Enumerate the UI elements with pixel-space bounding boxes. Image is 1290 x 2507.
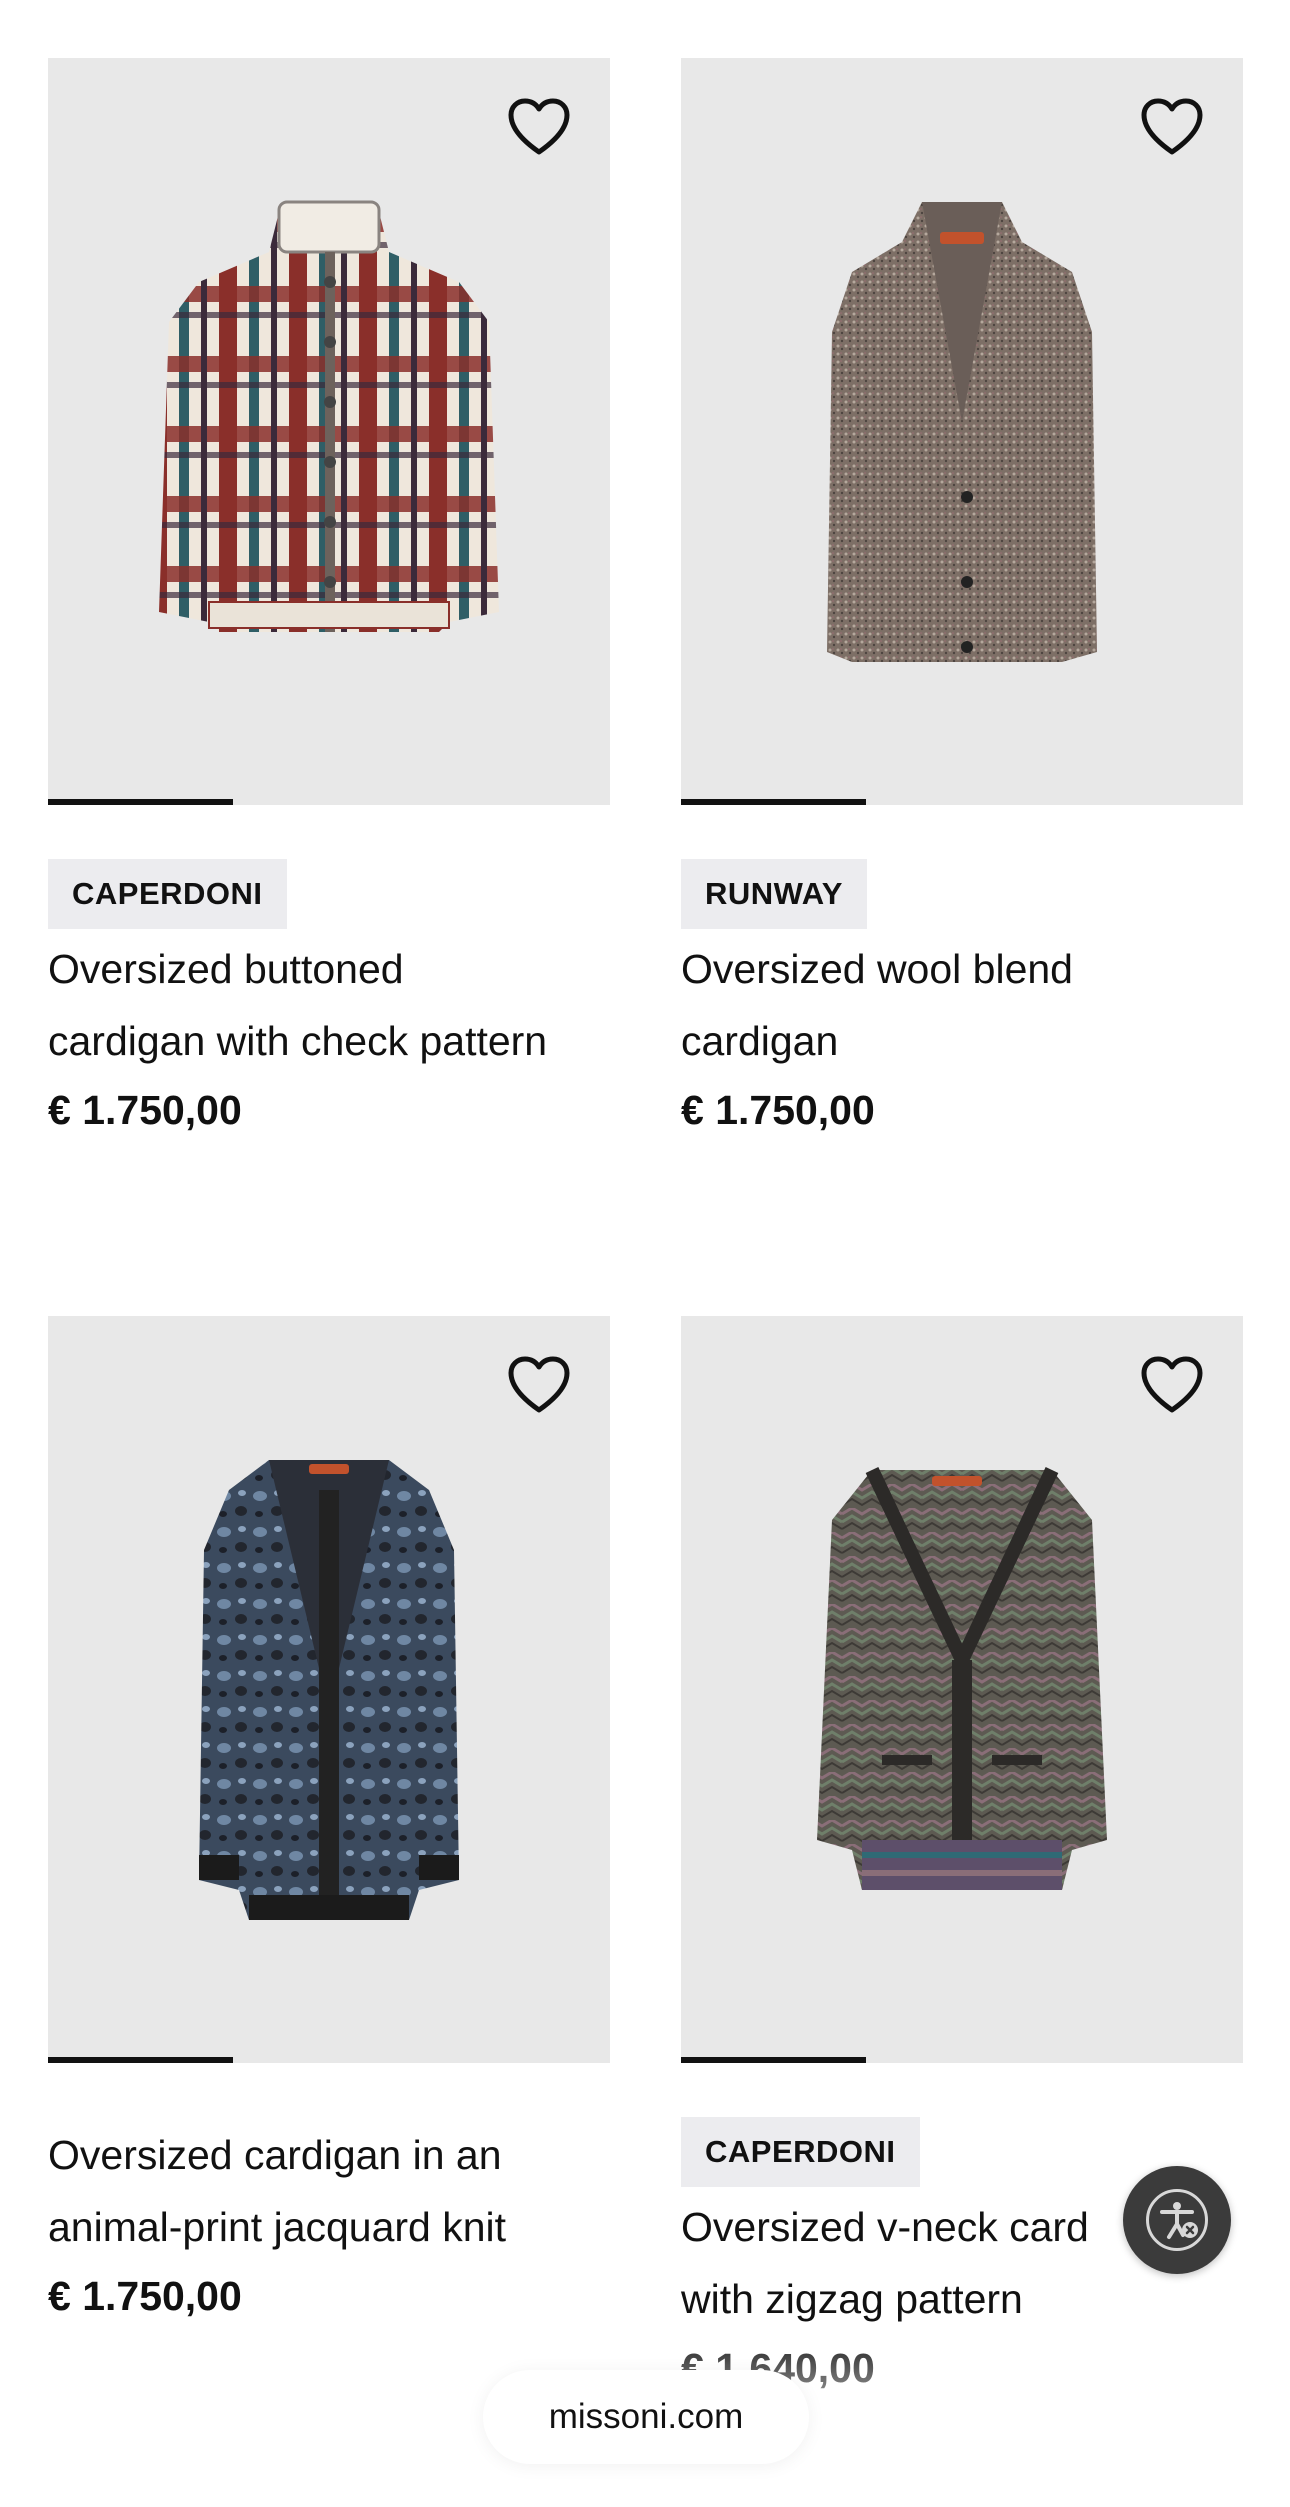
product-image[interactable]	[681, 1316, 1243, 2063]
product-image[interactable]	[48, 1316, 610, 2063]
accessibility-icon	[1146, 2189, 1208, 2251]
product-card[interactable]: Oversized cardigan in an animal-print ja…	[48, 1316, 610, 2329]
heart-outline-icon[interactable]	[508, 98, 570, 156]
product-price: € 1.750,00	[681, 1087, 875, 1133]
product-title-line-2[interactable]: cardigan	[681, 1005, 1243, 1077]
product-price: € 1.750,00	[48, 2273, 242, 2319]
product-title-line-1[interactable]: Oversized buttoned	[48, 933, 610, 1005]
product-badge: CAPERDONI	[48, 859, 287, 929]
product-image[interactable]	[48, 58, 610, 805]
heart-outline-icon[interactable]	[1141, 98, 1203, 156]
product-card[interactable]: CAPERDONI Oversized buttoned cardigan wi…	[48, 58, 610, 1143]
product-title-line-1[interactable]: Oversized wool blend	[681, 933, 1243, 1005]
product-card[interactable]: RUNWAY Oversized wool blend cardigan € 1…	[681, 58, 1243, 1143]
browser-url-bar[interactable]: missoni.com	[483, 2370, 809, 2464]
accessibility-button[interactable]	[1123, 2166, 1231, 2274]
product-badge: CAPERDONI	[681, 2117, 920, 2187]
product-title-line-2[interactable]: animal-print jacquard knit	[48, 2191, 610, 2263]
wool-cardigan-image	[827, 201, 1097, 662]
product-price: € 1.750,00	[48, 1087, 242, 1133]
product-badge: RUNWAY	[681, 859, 867, 929]
heart-outline-icon[interactable]	[508, 1356, 570, 1414]
animal-print-cardigan-image	[199, 1459, 459, 1920]
heart-outline-icon[interactable]	[1141, 1356, 1203, 1414]
checked-cardigan-image	[159, 200, 499, 632]
product-title-line-1[interactable]: Oversized cardigan in an	[48, 2119, 610, 2191]
product-image[interactable]	[681, 58, 1243, 805]
zigzag-cardigan-image	[817, 1466, 1107, 1890]
product-title-line-2[interactable]: with zigzag pattern	[681, 2263, 1243, 2335]
product-title-line-2[interactable]: cardigan with check pattern	[48, 1005, 610, 1077]
